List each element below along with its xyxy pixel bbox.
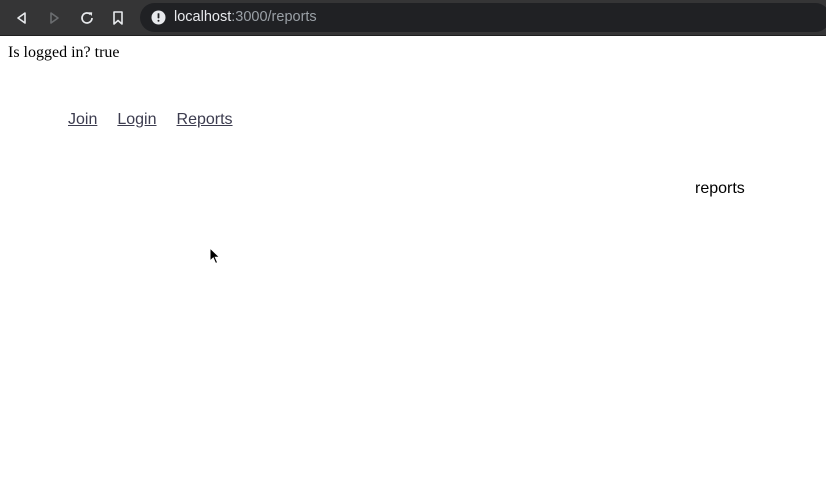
back-button[interactable] [11, 7, 33, 29]
login-status-text: Is logged in? true [8, 44, 120, 61]
page-heading: reports [695, 180, 745, 197]
forward-button[interactable] [43, 7, 65, 29]
page-content: Is logged in? true Join Login Reports re… [0, 36, 826, 498]
reload-button[interactable] [76, 7, 98, 29]
bookmark-icon [113, 11, 123, 25]
login-link[interactable]: Login [117, 111, 156, 129]
bookmark-button[interactable] [107, 7, 129, 29]
browser-toolbar: localhost:3000/reports [0, 0, 826, 36]
forward-arrow-icon [50, 12, 59, 24]
url-host: localhost [174, 9, 232, 25]
mouse-pointer-icon [209, 247, 221, 265]
back-arrow-icon [17, 12, 26, 24]
nav-links: Join Login Reports [68, 111, 233, 129]
join-link[interactable]: Join [68, 111, 97, 129]
url-text[interactable]: localhost:3000/reports [174, 9, 317, 26]
address-bar[interactable]: localhost:3000/reports [140, 3, 826, 32]
info-icon[interactable] [151, 10, 166, 25]
reports-link[interactable]: Reports [177, 111, 233, 129]
url-path: :3000/reports [231, 9, 317, 25]
reload-icon [81, 12, 93, 24]
